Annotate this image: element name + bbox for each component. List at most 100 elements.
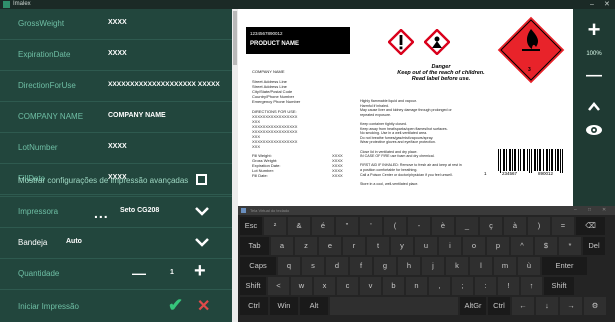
key-symbol[interactable]: ù xyxy=(518,257,540,275)
minimize-button[interactable]: – xyxy=(590,0,594,9)
key-enter[interactable]: Enter xyxy=(542,257,587,275)
zoom-in-button[interactable]: + xyxy=(573,17,615,43)
key-symbol[interactable]: è xyxy=(432,217,454,235)
title-bar: Imalex – ✕ xyxy=(0,0,615,9)
key-symbol[interactable]: , xyxy=(429,277,450,295)
key-esc[interactable]: Esc xyxy=(240,217,262,235)
key-symbol[interactable]: " xyxy=(336,217,358,235)
key-symbol[interactable]: & xyxy=(288,217,310,235)
print-form: GrossWeight XXXX ExpirationDate XXXX Dir… xyxy=(0,9,232,322)
key-v[interactable]: v xyxy=(360,277,381,295)
key-tab[interactable]: Tab xyxy=(240,237,269,255)
key-b[interactable]: b xyxy=(383,277,404,295)
key-s[interactable]: s xyxy=(302,257,324,275)
key-symbol[interactable]: : xyxy=(475,277,496,295)
label-fields-block: Fill Weight: XXXX Gross Weight: XXXX Expirat… xyxy=(252,153,372,178)
keyboard-close-button[interactable]: ✕ xyxy=(602,206,606,215)
key-shift[interactable]: Shift xyxy=(544,277,574,295)
key-n[interactable]: n xyxy=(406,277,427,295)
key-k[interactable]: k xyxy=(446,257,468,275)
key-symbol[interactable]: à xyxy=(504,217,526,235)
confirm-print-button[interactable]: ✔ xyxy=(168,295,183,316)
keyboard-minimize-button[interactable]: – xyxy=(574,206,577,215)
key-p[interactable]: p xyxy=(487,237,509,255)
app-icon xyxy=(3,1,10,8)
lotnumber-input[interactable]: XXXX xyxy=(108,143,127,150)
key-symbol[interactable]: ) xyxy=(528,217,550,235)
label-field-row: Fill Date: XXXX xyxy=(252,173,372,178)
key-symbol[interactable]: ' xyxy=(360,217,382,235)
key-u[interactable]: u xyxy=(415,237,437,255)
key-ctrl[interactable]: Ctrl xyxy=(488,297,510,315)
key-y[interactable]: y xyxy=(391,237,413,255)
key-t[interactable]: t xyxy=(367,237,389,255)
key-alt[interactable]: Alt xyxy=(300,297,328,315)
company-name-input[interactable]: COMPANY NAME xyxy=(108,112,166,119)
key-symbol[interactable]: ↑ xyxy=(521,277,542,295)
cancel-print-button[interactable]: ✕ xyxy=(197,296,210,316)
key-symbol[interactable]: ( xyxy=(384,217,406,235)
zoom-out-button[interactable]: — xyxy=(573,67,615,85)
key-symbol[interactable]: < xyxy=(268,277,289,295)
advanced-settings-checkbox[interactable] xyxy=(196,174,207,185)
key-a[interactable]: a xyxy=(271,237,293,255)
grossweight-input[interactable]: XXXX xyxy=(108,19,127,26)
form-row-grossweight: GrossWeight XXXX xyxy=(0,9,232,40)
quantity-decrease-button[interactable]: — xyxy=(132,265,146,281)
key-caps[interactable]: Caps xyxy=(240,257,276,275)
advanced-settings-toggle-row[interactable]: Mostrar configurações de impressão avanç… xyxy=(0,166,232,197)
printer-browse-button[interactable]: ... xyxy=(94,205,109,221)
eye-icon[interactable] xyxy=(585,124,603,136)
key-symbol[interactable]: ç xyxy=(480,217,502,235)
quantity-value[interactable]: 1 xyxy=(170,269,174,276)
key-ctrl[interactable]: Ctrl xyxy=(240,297,268,315)
key-z[interactable]: z xyxy=(295,237,317,255)
printer-row: Impressora ... Seto CG208 xyxy=(0,197,232,228)
key-w[interactable]: w xyxy=(291,277,312,295)
expirationdate-input[interactable]: XXXX xyxy=(108,50,127,57)
key-m[interactable]: m xyxy=(494,257,516,275)
key-symbol[interactable]: ⌫ xyxy=(576,217,605,235)
key-symbol[interactable]: ⚙ xyxy=(584,297,606,315)
key-e[interactable]: e xyxy=(319,237,341,255)
chevron-up-icon[interactable] xyxy=(587,101,601,113)
label-field-value: XXXX xyxy=(332,173,343,178)
key-symbol[interactable]: ^ xyxy=(511,237,533,255)
key-symbol[interactable]: ← xyxy=(512,297,534,315)
key-l[interactable]: l xyxy=(470,257,492,275)
scrollbar-thumb[interactable] xyxy=(233,11,237,65)
key-symbol[interactable]: * xyxy=(559,237,581,255)
key-symbol[interactable]: _ xyxy=(456,217,478,235)
close-button[interactable]: ✕ xyxy=(604,0,610,9)
key-altgr[interactable]: AltGr xyxy=(460,297,486,315)
key-d[interactable]: d xyxy=(326,257,348,275)
key-symbol[interactable]: ↓ xyxy=(536,297,558,315)
key-symbol[interactable]: ² xyxy=(264,217,286,235)
chevron-down-icon[interactable] xyxy=(193,204,211,218)
key-x[interactable]: x xyxy=(314,277,335,295)
key-win[interactable]: Win xyxy=(270,297,298,315)
key-f[interactable]: f xyxy=(350,257,372,275)
key-del[interactable]: Del xyxy=(583,237,605,255)
key-symbol[interactable]: ! xyxy=(498,277,519,295)
quantity-increase-button[interactable]: + xyxy=(194,260,206,283)
key-symbol[interactable]: → xyxy=(560,297,582,315)
directionforuse-input[interactable]: XXXXXXXXXXXXXXXXXXXX XXXXX xyxy=(108,81,220,88)
chevron-down-icon[interactable] xyxy=(193,235,211,249)
key-i[interactable]: i xyxy=(439,237,461,255)
key-space[interactable] xyxy=(330,297,458,315)
key-symbol[interactable]: ; xyxy=(452,277,473,295)
key-symbol[interactable]: $ xyxy=(535,237,557,255)
key-symbol[interactable]: = xyxy=(552,217,574,235)
key-symbol[interactable]: - xyxy=(408,217,430,235)
keyboard-maximize-button[interactable]: □ xyxy=(588,206,591,215)
key-j[interactable]: j xyxy=(422,257,444,275)
key-o[interactable]: o xyxy=(463,237,485,255)
key-h[interactable]: h xyxy=(398,257,420,275)
key-g[interactable]: g xyxy=(374,257,396,275)
key-r[interactable]: r xyxy=(343,237,365,255)
key-symbol[interactable]: é xyxy=(312,217,334,235)
key-shift[interactable]: Shift xyxy=(240,277,266,295)
key-c[interactable]: c xyxy=(337,277,358,295)
key-q[interactable]: q xyxy=(278,257,300,275)
